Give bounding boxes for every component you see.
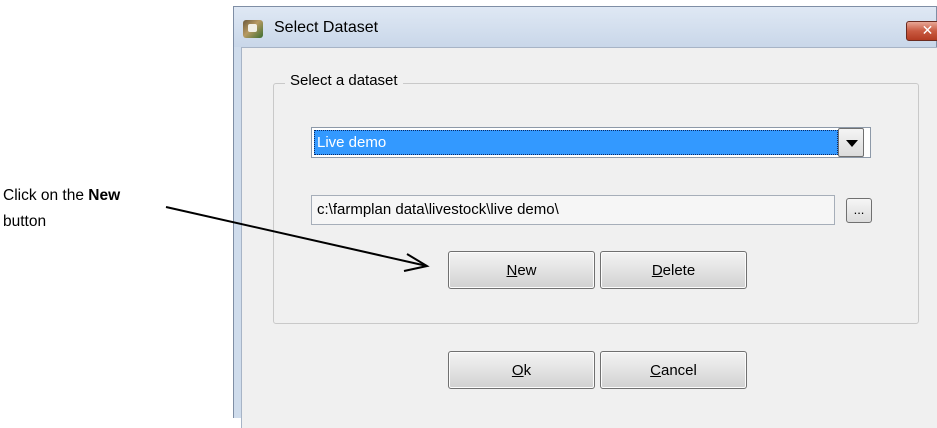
annotation-text: Click on the [3, 187, 89, 204]
annotation-bold-word: New [88, 187, 121, 204]
ok-button-mnemonic: O [511, 361, 524, 379]
delete-button[interactable]: Delete [600, 251, 747, 289]
app-icon [243, 20, 263, 38]
ok-button[interactable]: Ok [448, 351, 595, 389]
close-button[interactable]: ✕ [906, 21, 937, 41]
cancel-button[interactable]: Cancel [600, 351, 747, 389]
dialog-title: Select Dataset [274, 19, 379, 36]
annotation-text-line2: button [3, 213, 47, 230]
delete-button-mnemonic: D [651, 261, 663, 279]
dataset-path-field[interactable]: c:\farmplan data\livestock\live demo\ [311, 195, 835, 225]
ok-button-label: k [523, 361, 532, 379]
dialog-client-area: Select a dataset Live demo c:\farmplan d… [241, 47, 937, 428]
browse-button[interactable]: ... [846, 198, 872, 223]
delete-button-label: elete [662, 261, 696, 279]
dataset-dropdown[interactable]: Live demo [311, 127, 871, 158]
title-bar[interactable]: Select Dataset ✕ [234, 7, 937, 47]
select-dataset-dialog: Select Dataset ✕ Select a dataset Live d… [233, 6, 937, 428]
cancel-button-label: ancel [660, 361, 697, 379]
annotation-callout: Click on the New button [3, 183, 120, 235]
dataset-selected-value[interactable]: Live demo [314, 130, 838, 155]
new-button-mnemonic: N [506, 261, 518, 279]
new-button-label: ew [517, 261, 537, 279]
dropdown-button[interactable] [838, 128, 864, 157]
new-button[interactable]: New [448, 251, 595, 289]
chevron-down-icon [846, 140, 858, 147]
close-icon: ✕ [921, 23, 934, 39]
groupbox-label: Select a dataset [285, 72, 403, 89]
cancel-button-mnemonic: C [650, 361, 661, 379]
